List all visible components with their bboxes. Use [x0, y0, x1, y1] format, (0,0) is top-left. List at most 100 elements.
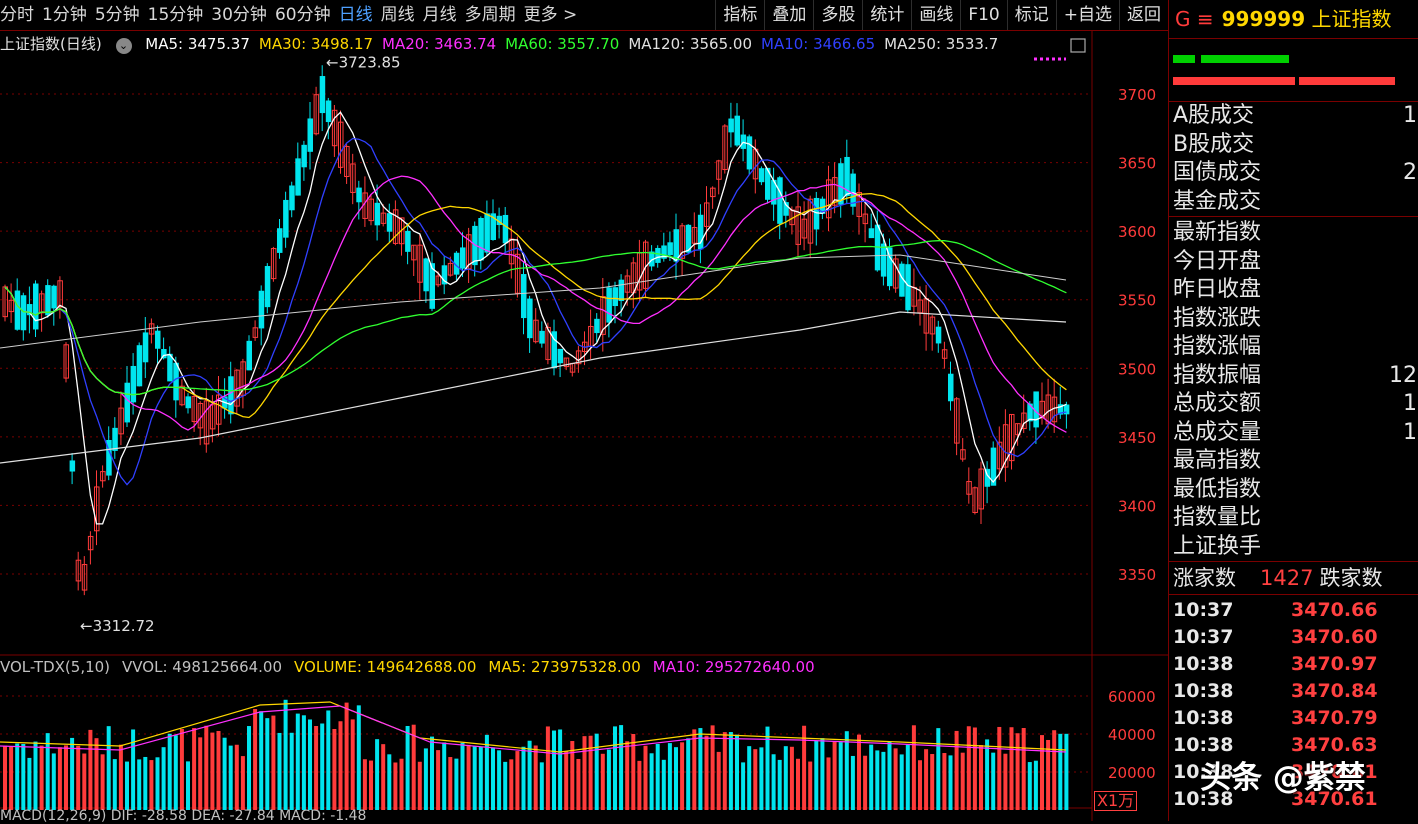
period-tab-8[interactable]: 月线	[423, 0, 465, 30]
red-bar-1	[1173, 77, 1295, 85]
volume-bar	[326, 710, 331, 810]
volume-bar	[936, 728, 941, 810]
candle-body	[264, 266, 271, 308]
volume-bar	[881, 751, 886, 810]
volume-bar	[247, 726, 251, 810]
period-tab-10[interactable]: 更多 >	[524, 0, 586, 30]
tick-price: 3470.97	[1291, 653, 1378, 675]
volume-bar	[76, 745, 81, 810]
candle-body	[51, 285, 57, 309]
period-tab-4[interactable]: 30分钟	[211, 0, 275, 30]
volume-bar	[863, 755, 868, 810]
toolbar-button-8[interactable]: 返回	[1119, 0, 1168, 30]
price-axis-label: 3450	[1118, 429, 1156, 447]
index-stat-label: 最低指数	[1173, 476, 1262, 502]
candle-body	[173, 362, 179, 401]
volume-bar	[448, 757, 453, 810]
toolbar-button-3[interactable]: 统计	[862, 0, 911, 30]
volume-axis-label: 40000	[1108, 726, 1156, 744]
volume-bar	[649, 753, 654, 810]
volume-bar	[442, 742, 447, 810]
volume-bar	[100, 754, 105, 810]
toolbar-button-4[interactable]: 画线	[911, 0, 960, 30]
volume-bar	[661, 759, 666, 810]
period-tab-1[interactable]: 1分钟	[42, 0, 95, 30]
candle-body	[356, 187, 362, 203]
candle-body	[728, 118, 734, 133]
ma-legend-item-4: MA120: 3565.00	[628, 35, 752, 53]
fall-label: 跌家数	[1319, 566, 1383, 590]
index-stat-row-11: 上证换手	[1169, 533, 1418, 562]
candle-body	[277, 228, 283, 253]
ma-legend-item-0: MA5: 3475.37	[145, 35, 250, 53]
toolbar-button-2[interactable]: 多股	[813, 0, 862, 30]
volume-bar	[814, 740, 819, 810]
volume-bar	[362, 759, 367, 810]
volume-bar	[9, 746, 14, 810]
volume-axis-label: 60000	[1108, 688, 1156, 706]
volume-bar	[454, 758, 459, 810]
period-tab-0[interactable]: 分时	[0, 0, 42, 30]
index-code: 999999	[1221, 7, 1306, 31]
volume-axis-label: 20000	[1108, 764, 1156, 782]
kline-chart[interactable]: 3700 3650 3600 3550 3500 3450 3400 3350 60000 400…	[0, 30, 1168, 821]
volume-bar	[198, 737, 203, 810]
volume-bar	[1033, 760, 1038, 810]
volume-bar	[686, 738, 691, 810]
turnover-value: 2	[1403, 160, 1417, 185]
index-stat-row-8: 最高指数	[1169, 447, 1418, 476]
volume-bar	[643, 745, 648, 810]
strength-bars	[1169, 39, 1418, 102]
toolbar-button-1[interactable]: 叠加	[764, 0, 813, 30]
toolbar-button-7[interactable]: +自选	[1055, 0, 1119, 30]
period-tab-2[interactable]: 5分钟	[95, 0, 148, 30]
period-tab-3[interactable]: 15分钟	[148, 0, 212, 30]
chevron-down-icon[interactable]: ⌄	[115, 38, 132, 54]
index-stat-label: 昨日收盘	[1173, 277, 1262, 302]
candle-body	[246, 340, 252, 371]
candle-body	[112, 427, 118, 451]
volume-bar	[558, 729, 563, 810]
volume-bar	[521, 746, 526, 810]
price-axis-label: 3550	[1118, 292, 1156, 310]
volume-bar	[375, 739, 380, 810]
period-tab-9[interactable]: 多周期	[465, 0, 524, 30]
period-tab-5[interactable]: 60分钟	[275, 0, 339, 30]
index-stat-label: 最新指数	[1173, 220, 1262, 245]
index-stat-label: 指数涨幅	[1173, 334, 1262, 359]
index-title: 上证指数	[1311, 7, 1392, 31]
volume-bar	[1015, 733, 1020, 810]
volume-bar	[570, 741, 575, 810]
volume-bar	[991, 752, 996, 810]
candle-body	[258, 290, 265, 329]
volume-bar	[64, 745, 68, 810]
candle-body	[673, 229, 679, 262]
period-tab-6[interactable]: 日线	[339, 0, 381, 30]
volume-legend-item-4: MA10: 295272640.00	[652, 658, 815, 676]
volume-bar	[674, 747, 678, 810]
period-tab-7[interactable]: 周线	[381, 0, 423, 30]
candle-body	[136, 345, 143, 387]
volume-bar	[1058, 733, 1063, 810]
volume-bar	[1040, 735, 1044, 810]
index-stat-label: 上证换手	[1173, 533, 1262, 559]
volume-bar	[692, 729, 697, 810]
tick-time: 10:38	[1173, 680, 1234, 702]
volume-bar	[832, 740, 837, 810]
volume-bar	[472, 746, 477, 810]
volume-legend-item-0: VOL-TDX(5,10)	[0, 658, 111, 676]
candle-body	[905, 264, 911, 311]
volume-bar	[930, 754, 935, 810]
volume-bar	[350, 719, 355, 810]
tick-row: 10:37 3470.60	[1169, 624, 1418, 651]
toolbar-button-5[interactable]: F10	[960, 0, 1006, 30]
volume-bar	[332, 728, 337, 810]
toolbar-button-6[interactable]: 标记	[1006, 0, 1056, 30]
toolbar-button-0[interactable]: 指标	[715, 0, 764, 30]
turnover-row-3: 基金成交	[1169, 188, 1418, 217]
volume-bar	[789, 746, 794, 810]
macd-legend: MACD(12,26,9) DIF: -28.58 DEA: -27.84 MA…	[0, 808, 366, 824]
volume-bar	[759, 747, 764, 810]
volume-bar	[625, 741, 630, 810]
index-stat-row-9: 最低指数	[1169, 476, 1418, 505]
